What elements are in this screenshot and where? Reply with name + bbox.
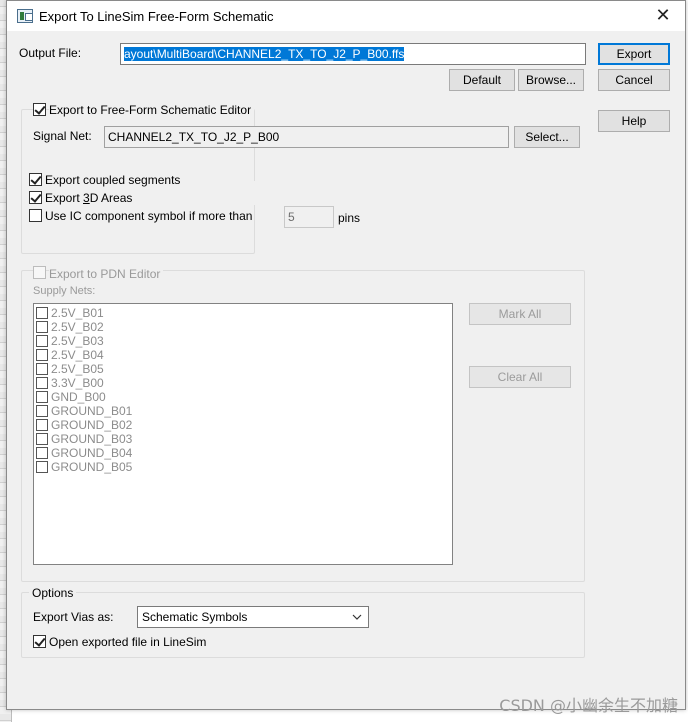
export-dialog: Export To LineSim Free-Form Schematic ✕ … [6, 0, 686, 710]
export-3d-areas-checkbox[interactable] [29, 191, 42, 204]
list-item-label: 2.5V_B01 [51, 306, 104, 320]
list-item-checkbox[interactable] [36, 433, 48, 445]
export-3d-areas-label: Export 3D Areas [45, 191, 133, 205]
export-vias-value: Schematic Symbols [142, 610, 248, 624]
list-item-label: 2.5V_B04 [51, 348, 104, 362]
output-file-value: ayout\MultiBoard\CHANNEL2_TX_TO_J2_P_B00… [124, 47, 405, 61]
export-coupled-label: Export coupled segments [45, 173, 181, 187]
options-group-title: Options [29, 586, 77, 600]
supply-nets-list[interactable]: 2.5V_B01 2.5V_B02 2.5V_B03 2.5V_B04 2.5V_B05… [33, 303, 453, 565]
open-in-linesim-checkbox[interactable] [33, 635, 46, 648]
app-icon [17, 9, 33, 23]
help-button[interactable]: Help [598, 110, 670, 132]
list-item-checkbox[interactable] [36, 391, 48, 403]
clear-all-button[interactable]: Clear All [469, 366, 571, 388]
pins-count-field: 5 [284, 206, 334, 228]
export-vias-label: Export Vias as: [33, 610, 114, 624]
output-file-input[interactable]: ayout\MultiBoard\CHANNEL2_TX_TO_J2_P_B00… [120, 43, 586, 65]
list-item-label: 3.3V_B00 [51, 376, 104, 390]
list-item-checkbox[interactable] [36, 377, 48, 389]
list-item-label: 2.5V_B03 [51, 334, 104, 348]
list-item-checkbox[interactable] [36, 405, 48, 417]
open-in-linesim-label: Open exported file in LineSim [49, 635, 207, 649]
list-item-checkbox[interactable] [36, 363, 48, 375]
export-coupled-checkbox[interactable] [29, 173, 42, 186]
list-item-checkbox[interactable] [36, 461, 48, 473]
output-file-label: Output File: [19, 46, 82, 60]
browse-button[interactable]: Browse... [518, 69, 584, 91]
export-ffs-label: Export to Free-Form Schematic Editor [49, 103, 255, 117]
title-bar: Export To LineSim Free-Form Schematic ✕ [7, 1, 685, 31]
list-item-label: GROUND_B04 [51, 446, 133, 460]
list-item-checkbox[interactable] [36, 335, 48, 347]
signal-net-field: CHANNEL2_TX_TO_J2_P_B00 [104, 126, 509, 148]
list-item-checkbox[interactable] [36, 307, 48, 319]
list-item-label: 2.5V_B05 [51, 362, 104, 376]
list-item-label: 2.5V_B02 [51, 320, 104, 334]
export-pdn-checkbox[interactable] [33, 266, 46, 279]
select-net-button[interactable]: Select... [514, 126, 580, 148]
list-item-label: GROUND_B03 [51, 432, 133, 446]
use-ic-symbol-label: Use IC component symbol if more than [45, 209, 253, 223]
list-item-checkbox[interactable] [36, 447, 48, 459]
use-ic-symbol-checkbox[interactable] [29, 209, 42, 222]
pins-label: pins [338, 211, 361, 225]
default-button[interactable]: Default [449, 69, 515, 91]
list-item-label: GROUND_B01 [51, 404, 133, 418]
list-item-checkbox[interactable] [36, 349, 48, 361]
export-pdn-label: Export to PDN Editor [49, 267, 164, 281]
cancel-button[interactable]: Cancel [598, 69, 670, 91]
watermark-text: CSDN @小幽余生不加糖 [499, 696, 678, 715]
list-item-checkbox[interactable] [36, 321, 48, 333]
chevron-down-icon [352, 614, 362, 620]
window-title: Export To LineSim Free-Form Schematic [39, 9, 274, 24]
export-vias-dropdown[interactable]: Schematic Symbols [137, 606, 369, 628]
export-ffs-checkbox[interactable] [33, 103, 46, 116]
supply-nets-label: Supply Nets: [33, 285, 96, 297]
list-item-label: GROUND_B05 [51, 460, 133, 474]
list-item-checkbox[interactable] [36, 419, 48, 431]
close-icon[interactable]: ✕ [651, 5, 675, 27]
signal-net-label: Signal Net: [33, 129, 92, 143]
ffs-group-gap [253, 181, 263, 205]
list-item-label: GND_B00 [51, 390, 106, 404]
list-item-label: GROUND_B02 [51, 418, 133, 432]
mark-all-button[interactable]: Mark All [469, 303, 571, 325]
export-button[interactable]: Export [598, 43, 670, 65]
